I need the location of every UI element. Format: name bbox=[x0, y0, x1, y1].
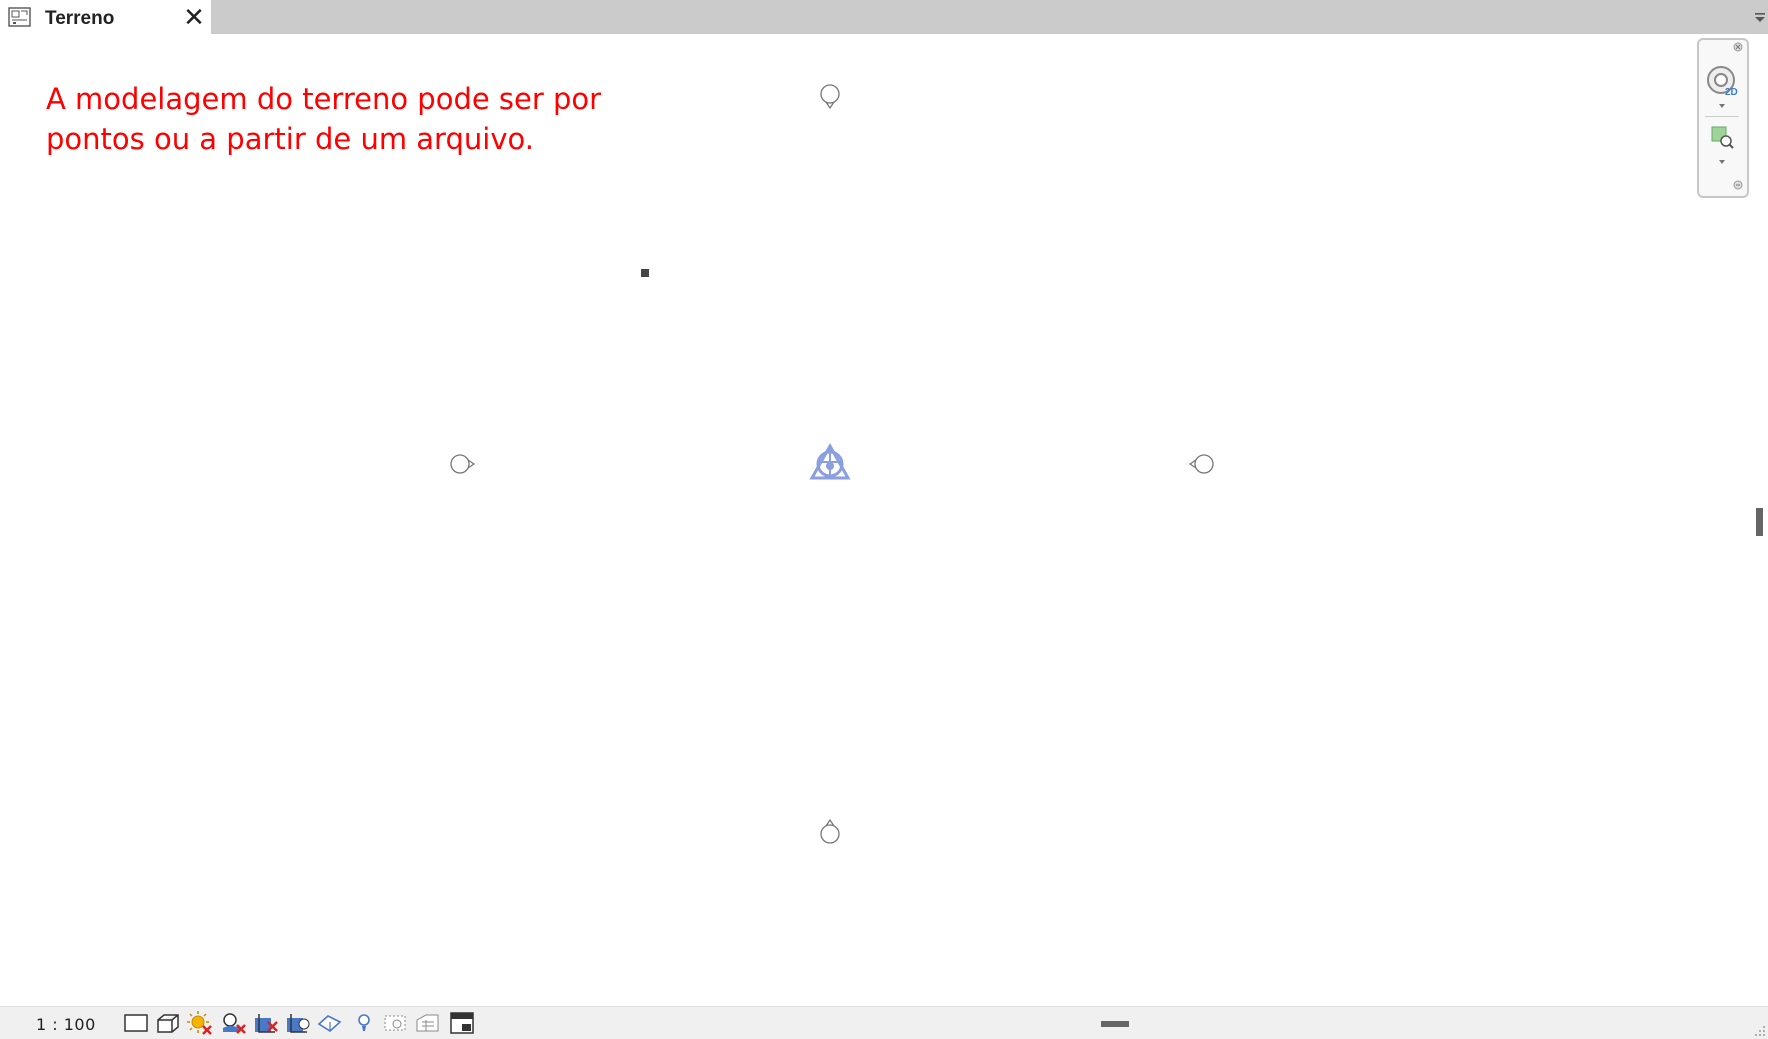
tab-terreno[interactable]: Terreno ✕ bbox=[0, 0, 211, 34]
sun-path-icon[interactable] bbox=[186, 1010, 214, 1036]
detail-level-icon[interactable] bbox=[122, 1010, 150, 1036]
close-tab-icon[interactable]: ✕ bbox=[181, 2, 207, 32]
unlock-3d-view-icon[interactable] bbox=[316, 1010, 344, 1036]
elevation-marker-north[interactable] bbox=[818, 82, 842, 110]
horizontal-scrollbar-thumb[interactable] bbox=[1101, 1021, 1129, 1027]
worksharing-display-icon[interactable] bbox=[414, 1010, 442, 1036]
view-tab-bar: Terreno ✕ bbox=[0, 0, 1768, 34]
chevron-down-icon[interactable] bbox=[1717, 158, 1727, 166]
options-icon[interactable] bbox=[1733, 180, 1743, 190]
zoom-region-icon[interactable] bbox=[1709, 124, 1735, 150]
show-crop-region-icon[interactable] bbox=[284, 1010, 312, 1036]
divider bbox=[1705, 116, 1739, 117]
drawing-canvas[interactable] bbox=[0, 34, 1746, 1006]
tab-label: Terreno bbox=[45, 8, 115, 29]
svg-text:2D: 2D bbox=[1725, 87, 1738, 98]
view-control-bar: 1 : 100 bbox=[0, 1006, 1768, 1039]
annotation-line-2: pontos ou a partir de um arquivo. bbox=[46, 122, 534, 156]
project-base-point[interactable] bbox=[641, 269, 649, 277]
view-scale[interactable]: 1 : 100 bbox=[36, 1015, 96, 1034]
shadows-icon[interactable] bbox=[220, 1010, 248, 1036]
vertical-scrollbar-thumb[interactable] bbox=[1756, 508, 1763, 536]
elevation-marker-east[interactable] bbox=[1186, 452, 1216, 476]
temporary-hide-icon[interactable] bbox=[350, 1010, 378, 1036]
elevation-marker-west[interactable] bbox=[448, 452, 478, 476]
survey-point-icon[interactable] bbox=[808, 442, 852, 484]
elevation-marker-south[interactable] bbox=[818, 818, 842, 846]
tab-dropdown-icon[interactable] bbox=[1752, 10, 1768, 26]
resize-grip-icon[interactable] bbox=[1752, 1023, 1766, 1037]
floor-plan-view-icon bbox=[8, 7, 31, 27]
chevron-down-icon[interactable] bbox=[1717, 102, 1727, 110]
visual-style-icon[interactable] bbox=[154, 1010, 182, 1036]
crop-view-icon[interactable] bbox=[252, 1010, 280, 1036]
steering-wheel-2d-icon[interactable]: 2D bbox=[1705, 64, 1741, 98]
annotation-text: A modelagem do terreno pode ser por pont… bbox=[46, 79, 626, 159]
highlight-displacement-icon[interactable] bbox=[448, 1010, 476, 1036]
reveal-hidden-icon[interactable] bbox=[382, 1010, 410, 1036]
navigation-bar: 2D bbox=[1697, 38, 1749, 198]
annotation-line-1: A modelagem do terreno pode ser por bbox=[46, 82, 602, 116]
close-icon[interactable] bbox=[1733, 42, 1743, 52]
